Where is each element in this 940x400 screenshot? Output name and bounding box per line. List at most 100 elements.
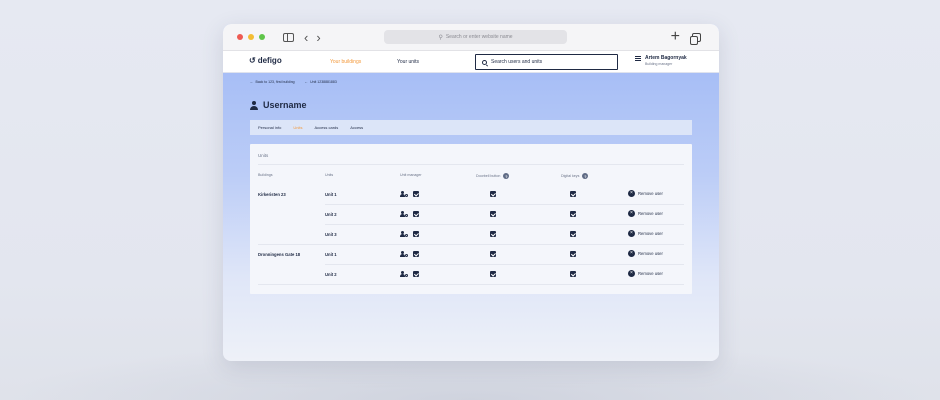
- doorbell-checkbox[interactable]: [490, 191, 496, 197]
- digital-keys-checkbox[interactable]: [570, 271, 576, 277]
- search-input[interactable]: [491, 59, 611, 65]
- header-doorbell-label: Doorbell button: [476, 174, 501, 178]
- address-search-icon: ⚲: [438, 34, 443, 41]
- doorbell-checkbox[interactable]: [490, 231, 496, 237]
- forward-arrow-icon[interactable]: ›: [316, 31, 320, 44]
- table-header: Buildings Units Unit manager Doorbell bu…: [250, 173, 692, 181]
- close-window-button[interactable]: [237, 34, 243, 40]
- back-arrow-icon[interactable]: ‹: [304, 31, 308, 44]
- table-row: Unit 3 × Remove user: [250, 225, 692, 245]
- help-icon[interactable]: ?: [503, 173, 510, 179]
- doorbell-checkbox[interactable]: [490, 251, 496, 257]
- tab-personal-info[interactable]: Personal info: [258, 125, 281, 130]
- unit-name: Unit 1: [325, 252, 337, 257]
- building-name: Kirkeristen 23: [258, 192, 286, 197]
- digital-keys-checkbox[interactable]: [570, 231, 576, 237]
- unit-name: Unit 2: [325, 272, 337, 277]
- nav-your-buildings[interactable]: Your buildings: [330, 59, 361, 65]
- remove-user-label: Remove user: [638, 211, 663, 216]
- unit-manager-icon: [400, 271, 408, 277]
- unit-manager-checkbox[interactable]: [413, 191, 419, 197]
- building-name: Dronningens Gate 18: [258, 252, 301, 257]
- breadcrumb-back-label: Back to 123, first building: [255, 80, 295, 84]
- digital-keys-checkbox[interactable]: [570, 191, 576, 197]
- unit-manager-checkbox[interactable]: [413, 271, 419, 277]
- card-title: Units: [258, 153, 269, 158]
- user-menu[interactable]: Artem Bagornyak Building manager: [635, 55, 687, 66]
- row-divider: [258, 284, 684, 285]
- browser-toolbar: ‹ › ⚲ Search or enter website name +: [223, 24, 719, 51]
- remove-user-label: Remove user: [638, 271, 663, 276]
- breadcrumb-back-link[interactable]: ← Back to 123, first building: [250, 80, 295, 84]
- arrow-left-icon: ←: [304, 80, 309, 84]
- table-row: Unit 2 × Remove user: [250, 265, 692, 285]
- header-digital-keys-label: Digital keys: [561, 174, 580, 178]
- breadcrumb-unit-label: Unit 1238881883: [310, 80, 337, 84]
- unit-manager-checkbox[interactable]: [413, 231, 419, 237]
- remove-user-button[interactable]: × Remove user: [628, 270, 663, 277]
- remove-user-label: Remove user: [638, 231, 663, 236]
- table-row: Dronningens Gate 18 Unit 1 × Remove user: [250, 245, 692, 265]
- unit-manager-checkbox[interactable]: [413, 251, 419, 257]
- breadcrumb: ← Back to 123, first building ← Unit 12388…: [250, 80, 337, 84]
- close-circle-icon: ×: [628, 250, 635, 257]
- remove-user-label: Remove user: [638, 251, 663, 256]
- doorbell-checkbox[interactable]: [490, 271, 496, 277]
- header-doorbell-button: Doorbell button ?: [476, 173, 510, 179]
- table-row: Unit 2 × Remove user: [250, 205, 692, 225]
- digital-keys-checkbox[interactable]: [570, 211, 576, 217]
- remove-user-button[interactable]: × Remove user: [628, 190, 663, 197]
- unit-name: Unit 2: [325, 212, 337, 217]
- digital-keys-checkbox[interactable]: [570, 251, 576, 257]
- hamburger-menu-icon[interactable]: [635, 56, 641, 66]
- arrow-left-icon: ←: [250, 80, 254, 84]
- table-row: Kirkeristen 23 Unit 1 × Remove user: [250, 185, 692, 205]
- close-circle-icon: ×: [628, 270, 635, 277]
- user-icon: [250, 100, 258, 110]
- nav-your-units[interactable]: Your units: [397, 59, 419, 65]
- search-box[interactable]: [475, 54, 618, 70]
- window-controls: [237, 34, 265, 40]
- defigo-logo[interactable]: ↺ defigo: [249, 56, 282, 65]
- remove-user-button[interactable]: × Remove user: [628, 210, 663, 217]
- close-circle-icon: ×: [628, 190, 635, 197]
- remove-user-button[interactable]: × Remove user: [628, 250, 663, 257]
- address-placeholder: Search or enter website name: [445, 34, 513, 40]
- header-units: Units: [325, 173, 334, 177]
- page-title: Username: [250, 100, 307, 110]
- new-tab-plus-icon[interactable]: +: [671, 29, 680, 45]
- unit-manager-checkbox[interactable]: [413, 211, 419, 217]
- help-icon[interactable]: ?: [582, 173, 589, 179]
- doorbell-checkbox[interactable]: [490, 211, 496, 217]
- close-circle-icon: ×: [628, 230, 635, 237]
- unit-manager-icon: [400, 231, 408, 237]
- app-header: ↺ defigo Your buildings Your units Artem…: [223, 51, 719, 73]
- units-card: Units Buildings Units Unit manager Doorb…: [250, 144, 692, 294]
- tab-bar: Personal info Units Access cards Access: [250, 120, 692, 135]
- unit-name: Unit 3: [325, 232, 337, 237]
- sidebar-toggle-icon[interactable]: [283, 32, 294, 42]
- logo-mark-icon: ↺: [249, 56, 256, 65]
- tab-overview-icon[interactable]: [690, 32, 701, 45]
- tab-access-cards[interactable]: Access cards: [314, 125, 338, 130]
- breadcrumb-unit-link[interactable]: ← Unit 1238881883: [305, 80, 337, 84]
- search-icon: [482, 59, 487, 65]
- user-role: Building manager: [645, 62, 673, 66]
- divider: [258, 164, 684, 165]
- address-bar[interactable]: ⚲ Search or enter website name: [384, 30, 567, 44]
- minimize-window-button[interactable]: [248, 34, 254, 40]
- tab-units[interactable]: Units: [293, 125, 302, 130]
- zoom-window-button[interactable]: [259, 34, 265, 40]
- header-unit-manager: Unit manager: [400, 173, 422, 177]
- unit-manager-icon: [400, 191, 408, 197]
- logo-text: defigo: [257, 56, 282, 65]
- browser-window: ‹ › ⚲ Search or enter website name + ↺ d…: [223, 24, 719, 361]
- user-name: Artem Bagornyak: [645, 55, 687, 61]
- header-digital-keys: Digital keys ?: [561, 173, 589, 179]
- remove-user-label: Remove user: [638, 191, 663, 196]
- close-circle-icon: ×: [628, 210, 635, 217]
- remove-user-button[interactable]: × Remove user: [628, 230, 663, 237]
- tab-access[interactable]: Access: [350, 125, 363, 130]
- unit-manager-icon: [400, 251, 408, 257]
- page-title-text: Username: [263, 100, 307, 110]
